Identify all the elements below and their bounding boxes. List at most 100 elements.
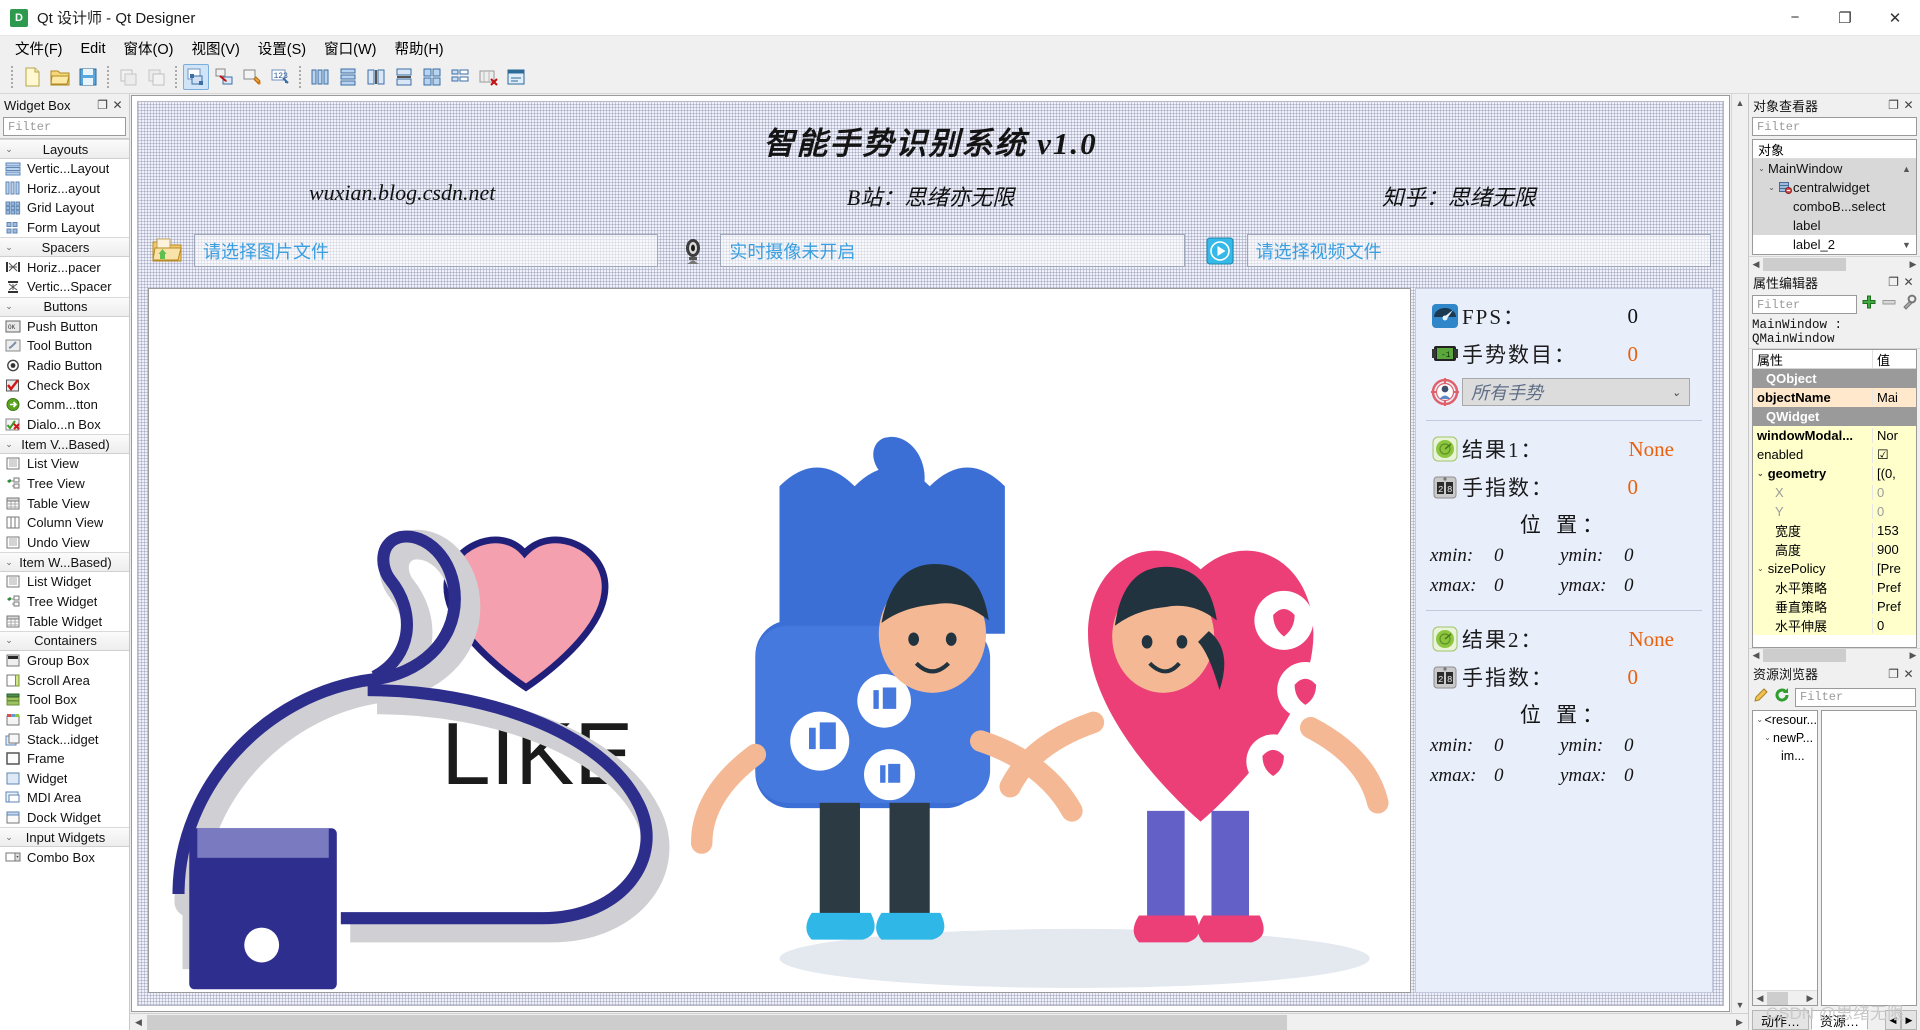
property-row-vpolicy[interactable]: 垂直策略 Pref (1753, 597, 1916, 616)
edit-buddies-icon[interactable] (239, 64, 265, 90)
gesture-select-combobox[interactable]: 所有手势 ⌄ (1462, 378, 1690, 406)
canvas-hscroll-track[interactable] (147, 1013, 1731, 1030)
widget-item-command-link-button[interactable]: Comm...tton (0, 395, 129, 415)
property-value[interactable]: 0 (1872, 504, 1916, 519)
scroll-right-arrow-icon[interactable]: ▶ (1906, 259, 1920, 270)
object-inspector-float-icon[interactable]: ❐ (1886, 98, 1901, 113)
break-layout-icon[interactable] (475, 64, 501, 90)
widget-item-vertical-spacer[interactable]: Vertic...Spacer (0, 277, 129, 297)
property-editor-close-icon[interactable]: ✕ (1901, 275, 1916, 290)
widget-box-list[interactable]: ⌄ Layouts Vertic...Layout Horiz...ayout (0, 138, 129, 1030)
minimize-button[interactable]: − (1770, 0, 1820, 36)
widget-item-tree-widget[interactable]: Tree Widget (0, 592, 129, 612)
menu-form[interactable]: 窗体(O) (115, 35, 183, 62)
chevron-down-icon[interactable]: ⌄ (1762, 733, 1773, 742)
property-group-qwidget[interactable]: QWidget (1753, 407, 1916, 426)
property-hscroll-track[interactable] (1763, 649, 1906, 662)
widget-item-widget[interactable]: Widget (0, 768, 129, 788)
widget-item-combo-box[interactable]: Combo Box (0, 847, 129, 867)
widget-category-input-widgets[interactable]: ⌄ Input Widgets (0, 827, 129, 848)
widget-item-dialog-button-box[interactable]: Dialo...n Box (0, 415, 129, 435)
plus-icon[interactable] (1861, 294, 1877, 315)
property-table[interactable]: 属性 值 QObject objectName Mai QWidget wind… (1752, 349, 1917, 648)
widget-item-stacked-widget[interactable]: Stack...idget (0, 729, 129, 749)
chevron-down-icon[interactable]: ⌄ (1755, 164, 1768, 173)
menu-edit[interactable]: Edit (72, 38, 115, 60)
property-value[interactable]: [(0, (1872, 466, 1916, 481)
main-window-form[interactable]: 智能手势识别系统 v1.0 wuxian.blog.csdn.net B站：思绪… (137, 101, 1724, 1006)
widget-item-horizontal-spacer[interactable]: Horiz...pacer (0, 257, 129, 277)
widget-item-tab-widget[interactable]: Tab Widget (0, 710, 129, 730)
object-tree-scroll-up-icon[interactable]: ▲ (1898, 160, 1915, 177)
resource-filter-input[interactable]: Filter (1795, 687, 1916, 707)
widget-item-frame[interactable]: Frame (0, 749, 129, 769)
scroll-right-arrow-icon[interactable]: ▶ (1906, 650, 1920, 661)
widget-item-mdi-area[interactable]: MDI Area (0, 788, 129, 808)
chevron-down-icon[interactable]: ⌄ (1757, 469, 1764, 478)
object-inspector-filter-input[interactable]: Filter (1752, 117, 1917, 136)
edit-signals-icon[interactable] (211, 64, 237, 90)
chevron-down-icon[interactable]: ⌄ (1755, 715, 1765, 724)
property-row-objectname[interactable]: objectName Mai (1753, 388, 1916, 407)
property-row-x[interactable]: X 0 (1753, 483, 1916, 502)
redo-icon[interactable] (143, 64, 169, 90)
new-file-icon[interactable] (19, 64, 45, 90)
open-folder-icon[interactable] (47, 64, 73, 90)
menu-settings[interactable]: 设置(S) (249, 35, 315, 62)
object-row-centralwidget[interactable]: ⌄ centralwidget (1753, 178, 1916, 197)
resource-tree[interactable]: ⌄ <resour... ⌄ newP... im... ◀ ▶ (1752, 709, 1818, 1006)
property-row-height[interactable]: 高度 900 (1753, 540, 1916, 559)
widget-box-float-icon[interactable]: ❐ (95, 98, 110, 113)
widget-category-buttons[interactable]: ⌄ Buttons (0, 296, 129, 317)
canvas-hscroll-thumb[interactable] (147, 1014, 1288, 1030)
resource-tree-rows[interactable]: ⌄ <resour... ⌄ newP... im... (1753, 711, 1817, 991)
close-button[interactable]: ✕ (1870, 0, 1920, 36)
image-file-input[interactable]: 请选择图片文件 (194, 234, 659, 267)
resource-row-image[interactable]: im... (1753, 747, 1817, 765)
object-row-combobox-select[interactable]: comboB...select (1753, 197, 1916, 216)
camera-status-input[interactable]: 实时摄像未开启 (720, 234, 1185, 267)
save-icon[interactable] (75, 64, 101, 90)
widget-category-containers[interactable]: ⌄ Containers (0, 630, 129, 651)
property-row-hpolicy[interactable]: 水平策略 Pref (1753, 578, 1916, 597)
widget-box-filter-input[interactable]: Filter (3, 117, 126, 136)
scroll-down-arrow-icon[interactable]: ▼ (1732, 996, 1749, 1013)
property-value[interactable]: Mai (1872, 390, 1916, 405)
object-inspector-tree[interactable]: 对象 ⌄ MainWindow ⌄ centralwidget comboB..… (1752, 139, 1917, 255)
widget-category-spacers[interactable]: ⌄ Spacers (0, 237, 129, 258)
widget-item-form-layout[interactable]: Form Layout (0, 218, 129, 238)
property-value[interactable]: 900 (1872, 542, 1916, 557)
widget-item-horizontal-layout[interactable]: Horiz...ayout (0, 179, 129, 199)
layout-splitter-h-icon[interactable] (363, 64, 389, 90)
layout-grid-icon[interactable] (419, 64, 445, 90)
scroll-left-arrow-icon[interactable]: ◀ (1749, 650, 1763, 661)
widget-item-dock-widget[interactable]: Dock Widget (0, 808, 129, 828)
property-value[interactable]: 153 (1872, 523, 1916, 538)
pencil-icon[interactable] (1753, 687, 1769, 708)
property-value[interactable]: 0 (1872, 618, 1916, 633)
edit-tab-order-icon[interactable]: 123 (267, 64, 293, 90)
adjust-size-icon[interactable] (503, 64, 529, 90)
widget-item-check-box[interactable]: Check Box (0, 375, 129, 395)
property-value[interactable]: Pref (1872, 599, 1916, 614)
widget-item-scroll-area[interactable]: Scroll Area (0, 670, 129, 690)
reload-icon[interactable] (1774, 687, 1790, 708)
layout-horizontally-icon[interactable] (307, 64, 333, 90)
widget-item-table-view[interactable]: Table View (0, 493, 129, 513)
maximize-button[interactable]: ❐ (1820, 0, 1870, 36)
widget-item-column-view[interactable]: Column View (0, 513, 129, 533)
widget-item-list-view[interactable]: List View (0, 454, 129, 474)
widget-category-item-views[interactable]: ⌄ Item V...Based) (0, 434, 129, 455)
object-row-mainwindow[interactable]: ⌄ MainWindow (1753, 159, 1916, 178)
menu-view[interactable]: 视图(V) (182, 35, 248, 62)
property-value[interactable]: 0 (1872, 485, 1916, 500)
property-row-hstretch[interactable]: 水平伸展 0 (1753, 616, 1916, 635)
resource-browser-float-icon[interactable]: ❐ (1886, 666, 1901, 681)
play-video-icon[interactable] (1203, 235, 1237, 267)
property-row-width[interactable]: 宽度 153 (1753, 521, 1916, 540)
scroll-left-arrow-icon[interactable]: ◀ (130, 1013, 147, 1030)
menu-window[interactable]: 窗口(W) (315, 35, 385, 62)
widget-item-undo-view[interactable]: Undo View (0, 533, 129, 553)
canvas-horizontal-scrollbar[interactable]: ◀ ▶ (130, 1013, 1748, 1030)
resource-row-root[interactable]: ⌄ <resour... (1753, 711, 1817, 729)
